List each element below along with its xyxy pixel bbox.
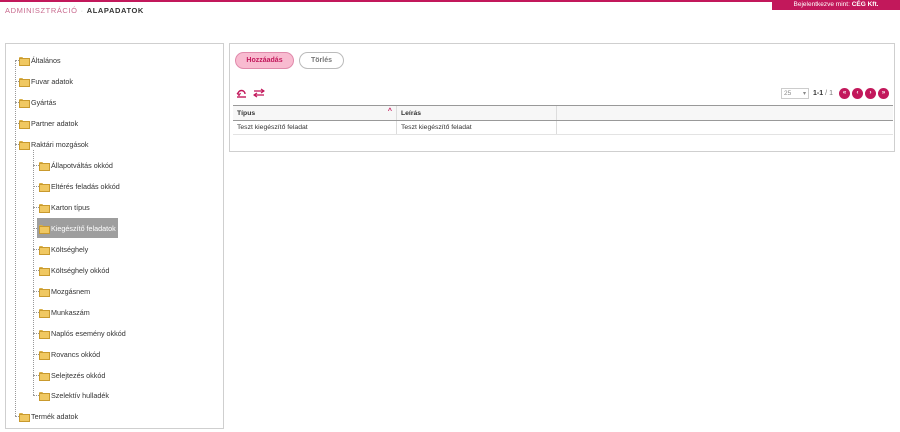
folder-icon [19,412,30,422]
page-size-value: 25 [784,89,792,97]
column-header-label: Típus [237,109,256,117]
add-button[interactable]: Hozzáadás [235,52,294,69]
tree-item-naplos-esemeny-okkod[interactable]: Naplós esemény okkód [37,326,128,340]
tree-item-label: Karton típus [51,202,90,212]
tree-item-label: Selejtezés okkód [51,370,106,380]
tree-item-label: Gyártás [31,97,57,107]
main-panel: Hozzáadás Törlés 25 ▾ 1-1 / 1 « ‹ › » Típ… [229,43,895,152]
breadcrumb-current: ALAPADATOK [86,6,144,15]
tree-item-allapotvaltas-okkod[interactable]: Állapotváltás okkód [37,158,115,172]
last-page-icon[interactable]: » [878,87,889,99]
data-grid: Típus ^ Leírás Teszt kiegészítő feladat … [233,105,893,135]
tree-item-munkaszam[interactable]: Munkaszám [37,305,92,319]
table-cell: Teszt kiegészítő feladat [397,121,557,134]
tree-item-partner-adatok[interactable]: Partner adatok [19,116,78,130]
tree-item-label: Mozgásnem [51,286,91,296]
tree-item-label: Munkaszám [51,307,90,317]
tree-item-label: Állapotváltás okkód [51,160,113,170]
pager: 25 ▾ 1-1 / 1 « ‹ › » [781,87,889,99]
login-badge: Bejelentkezve mint: CÉG Kft. [772,0,900,10]
swap-icon[interactable] [252,88,266,100]
tree-item-label: Termék adatok [31,411,79,421]
chevron-down-icon: ▾ [803,90,807,97]
column-header-empty [557,106,893,120]
tree-item-label: Rovancs okkód [51,349,101,359]
folder-icon [19,119,30,129]
tree-item-altalanos[interactable]: Általános [19,53,61,67]
breadcrumb-separator: · [80,6,84,15]
folder-icon [19,77,30,87]
folder-icon [39,203,50,213]
login-prefix: Bejelentkezve mint: [793,1,850,8]
tree-item-koltseghely[interactable]: Költséghely [37,242,90,256]
tree-item-label: Fuvar adatok [31,76,73,86]
pager-slash: / [825,89,828,97]
prev-page-icon[interactable]: ‹ [852,87,863,99]
column-header-tipus[interactable]: Típus ^ [233,106,397,120]
folder-icon [39,182,50,192]
first-page-icon[interactable]: « [839,87,850,99]
tree-item-kiegeszito-feladatok[interactable]: Kiegészítő feladatok [37,218,118,238]
breadcrumb: ADMINISZTRÁCIÓ · ALAPADATOK [5,6,144,15]
column-header-label: Leírás [401,109,422,117]
top-accent-line [0,0,900,2]
pager-range: 1-1 [813,89,824,97]
pager-total: 1 [829,89,833,97]
table-cell: Teszt kiegészítő feladat [233,121,397,134]
tree-item-szelektiv-hulladek[interactable]: Szelektív hulladék [37,388,111,402]
tree-item-label: Raktári mozgások [31,139,89,149]
folder-icon [39,266,50,276]
folder-icon [39,308,50,318]
tree-item-mozgasnem[interactable]: Mozgásnem [37,284,92,298]
tree-panel: Általános Fuvar adatok Gyártás Partner a… [5,43,224,429]
tree-item-label: Költséghely [51,244,89,254]
login-company: CÉG Kft. [851,1,879,8]
folder-icon [19,56,30,66]
tree-item-gyartas[interactable]: Gyártás [19,95,56,109]
delete-button[interactable]: Törlés [299,52,344,69]
folder-icon [39,161,50,171]
tree-item-elteres-feladas-okkod[interactable]: Eltérés feladás okkód [37,179,122,193]
breadcrumb-root[interactable]: ADMINISZTRÁCIÓ [5,6,78,15]
folder-icon [39,287,50,297]
page-size-select[interactable]: 25 ▾ [781,87,810,99]
table-row[interactable]: Teszt kiegészítő feladat Teszt kiegészít… [233,121,893,135]
column-header-leiras[interactable]: Leírás [397,106,557,120]
folder-icon [39,391,50,401]
tree-item-label: Naplós esemény okkód [51,328,126,338]
tree-item-label: Partner adatok [31,118,79,128]
tree-connector-root [15,60,16,416]
tree-item-label: Eltérés feladás okkód [51,181,120,191]
tree-item-koltseghely-okkod[interactable]: Költséghely okkód [37,263,111,277]
folder-icon [39,350,50,360]
tree-item-termek-adatok[interactable]: Termék adatok [19,409,78,423]
next-page-icon[interactable]: › [865,87,876,99]
folder-icon [19,98,30,108]
tree-item-rovancs-okkod[interactable]: Rovancs okkód [37,347,102,361]
tree-item-karton-tipus[interactable]: Karton típus [37,200,92,214]
folder-icon [39,371,50,381]
grid-header: Típus ^ Leírás [233,105,893,121]
tree-item-label: Kiegészítő feladatok [51,223,116,233]
tree-item-raktari-mozgasok[interactable]: Raktári mozgások [19,137,89,151]
tree-item-label: Szelektív hulladék [51,390,109,400]
folder-icon [39,329,50,339]
table-cell [557,121,893,134]
tree-item-label: Általános [31,55,61,65]
folder-icon [39,245,50,255]
tree-item-fuvar-adatok[interactable]: Fuvar adatok [19,74,73,88]
tree-item-selejtezes-okkod[interactable]: Selejtezés okkód [37,368,107,382]
sort-asc-icon: ^ [387,108,392,115]
refresh-icon[interactable] [236,88,247,100]
tree-item-label: Költséghely okkód [51,265,110,275]
folder-icon [19,140,30,150]
folder-icon [39,224,50,234]
